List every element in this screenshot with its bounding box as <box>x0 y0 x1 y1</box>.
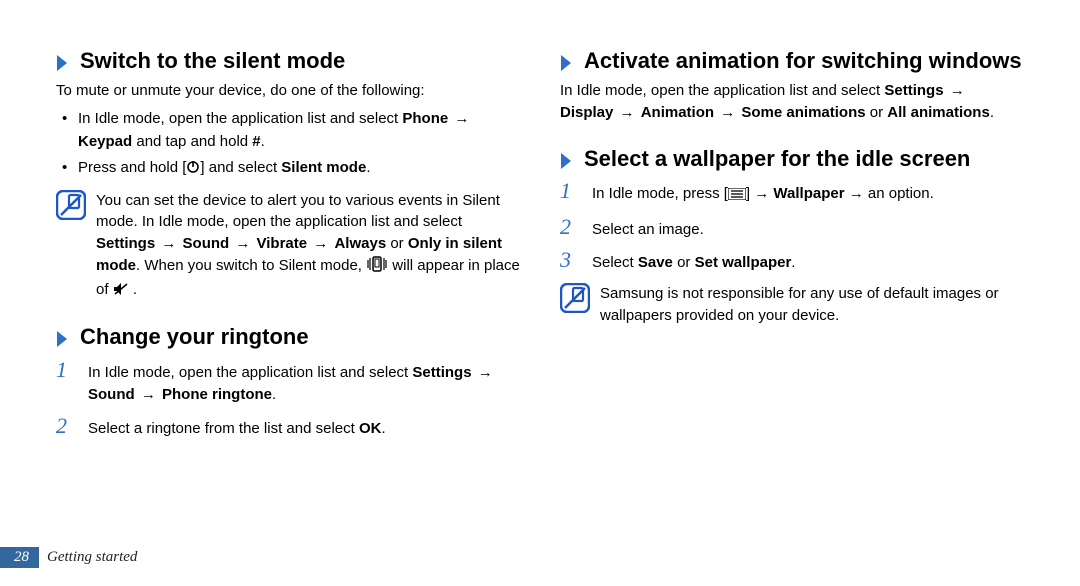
wallpaper-note-text: Samsung is not responsible for any use o… <box>600 283 1024 327</box>
note-icon <box>56 190 86 220</box>
power-icon <box>186 159 200 182</box>
wallpaper-steps: 1 In Idle mode, press [] → Wallpaper → a… <box>560 178 1024 275</box>
wallpaper-step-2: 2 Select an image. <box>560 214 1024 242</box>
heading-ringtone: Change your ringtone <box>80 324 309 350</box>
silent-bullets: In Idle mode, open the application list … <box>56 108 520 182</box>
wallpaper-step-3: 3 Select Save or Set wallpaper. <box>560 247 1024 275</box>
page-number: 28 <box>0 547 39 568</box>
footer-section: Getting started <box>47 549 137 566</box>
silent-intro: To mute or unmute your device, do one of… <box>56 80 520 102</box>
section-ringtone: Change your ringtone 1 In Idle mode, ope… <box>56 324 520 440</box>
wallpaper-step-1: 1 In Idle mode, press [] → Wallpaper → a… <box>560 178 1024 208</box>
ringtone-step-1: 1 In Idle mode, open the application lis… <box>56 357 520 407</box>
page-footer: 28 Getting started <box>0 547 137 568</box>
ringtone-step-2: 2 Select a ringtone from the list and se… <box>56 413 520 441</box>
chevron-right-icon <box>560 151 574 171</box>
heading-wallpaper: Select a wallpaper for the idle screen <box>584 146 970 172</box>
ringtone-steps: 1 In Idle mode, open the application lis… <box>56 357 520 441</box>
wallpaper-note: Samsung is not responsible for any use o… <box>560 283 1024 327</box>
animation-text: In Idle mode, open the application list … <box>560 80 1024 124</box>
note-icon <box>560 283 590 313</box>
menu-icon <box>728 185 746 208</box>
chevron-right-icon <box>56 53 70 73</box>
right-column: Activate animation for switching windows… <box>560 48 1024 462</box>
bullet-press-hold: Press and hold [] and select Silent mode… <box>74 157 520 182</box>
speaker-mute-icon <box>113 281 129 303</box>
bullet-phone-keypad: In Idle mode, open the application list … <box>74 108 520 153</box>
left-column: Switch to the silent mode To mute or unm… <box>56 48 520 462</box>
section-wallpaper: Select a wallpaper for the idle screen 1… <box>560 146 1024 326</box>
chevron-right-icon <box>560 53 574 73</box>
heading-animation: Activate animation for switching windows <box>584 48 1022 74</box>
vibrate-phone-icon <box>366 256 388 279</box>
silent-note-text: You can set the device to alert you to v… <box>96 190 520 303</box>
section-silent-mode: Switch to the silent mode To mute or unm… <box>56 48 520 302</box>
section-animation: Activate animation for switching windows… <box>560 48 1024 124</box>
chevron-right-icon <box>56 329 70 349</box>
heading-silent-mode: Switch to the silent mode <box>80 48 345 74</box>
silent-note: You can set the device to alert you to v… <box>56 190 520 303</box>
